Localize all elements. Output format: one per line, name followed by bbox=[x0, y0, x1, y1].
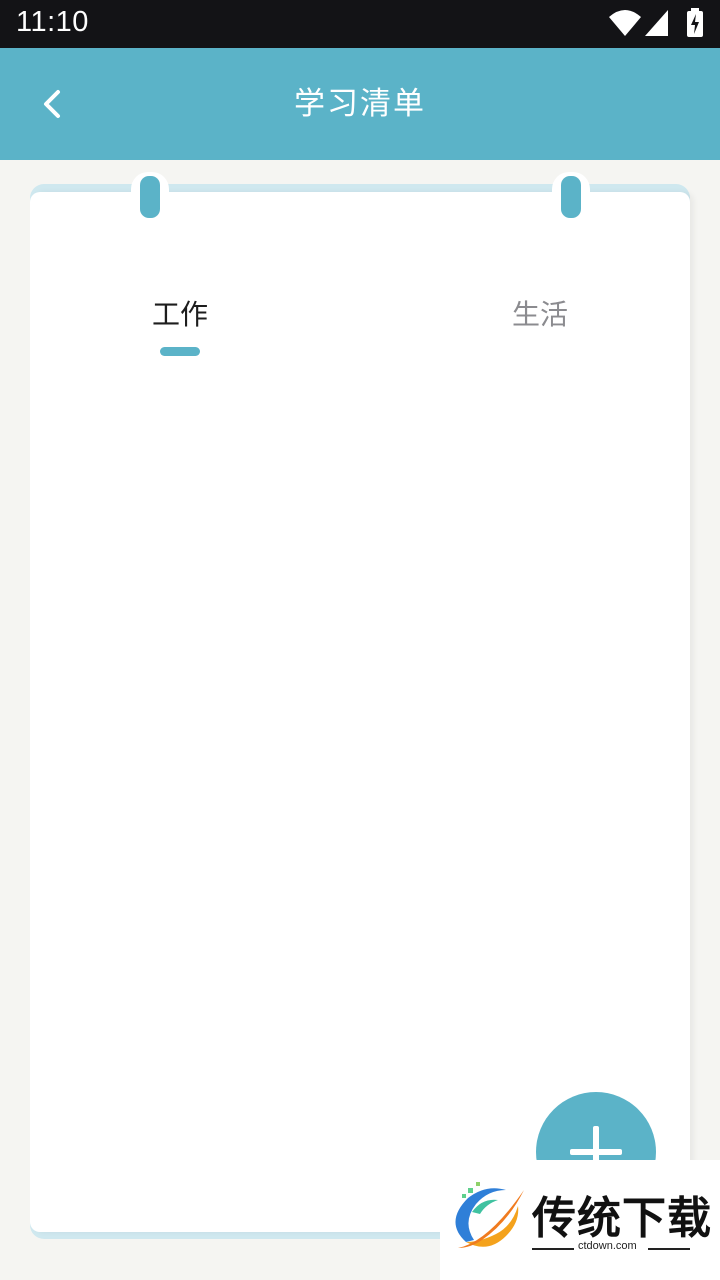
ctdown-logo-icon bbox=[455, 1182, 524, 1248]
watermark: 传统下载 ctdown.com bbox=[440, 1160, 720, 1280]
watermark-line-right bbox=[648, 1248, 690, 1250]
list-card: 工作 生活 bbox=[30, 172, 690, 1232]
wifi-icon bbox=[609, 10, 641, 36]
watermark-brand: 传统下载 bbox=[532, 1193, 712, 1244]
binder-ring-left bbox=[131, 172, 169, 222]
watermark-line-left bbox=[532, 1248, 574, 1250]
page-title: 学习清单 bbox=[294, 86, 426, 122]
back-button[interactable] bbox=[24, 76, 80, 132]
tab-work[interactable]: 工作 bbox=[80, 290, 280, 340]
battery-charging-icon bbox=[687, 8, 703, 37]
watermark-url: ctdown.com bbox=[578, 1240, 637, 1252]
status-time: 11:10 bbox=[16, 6, 89, 38]
chevron-left-icon bbox=[44, 90, 60, 118]
notebook-card: 工作 生活 bbox=[30, 172, 690, 1239]
signal-icon bbox=[645, 10, 668, 36]
app-bar: 学习清单 bbox=[0, 48, 720, 160]
tab-life[interactable]: 生活 bbox=[440, 290, 640, 340]
status-bar: 11:10 bbox=[0, 0, 720, 48]
tab-selected-indicator bbox=[160, 347, 200, 356]
binder-ring-right bbox=[552, 172, 590, 222]
